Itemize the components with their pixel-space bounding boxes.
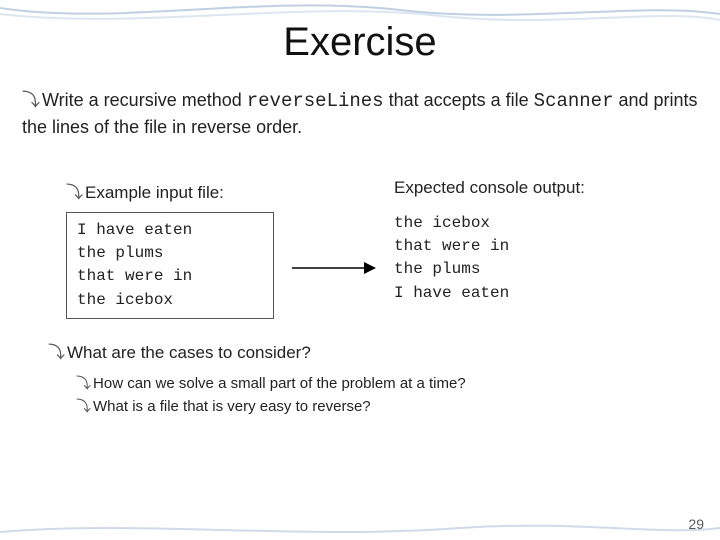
bullet-glyph-icon: ⤵ xyxy=(22,90,40,110)
code-reverseLines: reverseLines xyxy=(247,90,384,112)
bullet-glyph-icon: ⤵ xyxy=(76,375,91,392)
cases-block: ⤵What are the cases to consider? ⤵How ca… xyxy=(48,338,698,418)
example-output-label: Expected console output: xyxy=(394,178,585,198)
cases-sub-item: ⤵What is a file that is very easy to rev… xyxy=(76,396,698,419)
cases-sub-list: ⤵How can we solve a small part of the pr… xyxy=(76,373,698,418)
code-Scanner: Scanner xyxy=(534,90,614,112)
cases-sub-text: How can we solve a small part of the pro… xyxy=(93,375,466,392)
arrow-icon xyxy=(290,258,378,278)
example-area: ⤵Example input file: Expected console ou… xyxy=(66,178,698,332)
main-bullet-text-pre: Write a recursive method xyxy=(42,90,247,110)
main-bullet: ⤵Write a recursive method reverseLines t… xyxy=(22,88,698,139)
example-output-box: the icebox that were in the plums I have… xyxy=(394,212,509,305)
example-input-label-text: Example input file: xyxy=(85,183,224,202)
bullet-glyph-icon: ⤵ xyxy=(76,398,91,415)
main-bullet-text-mid: that accepts a file xyxy=(384,90,534,110)
content-area: ⤵Write a recursive method reverseLines t… xyxy=(22,88,698,149)
example-input-box: I have eaten the plums that were in the … xyxy=(66,212,274,319)
bullet-glyph-icon: ⤵ xyxy=(48,343,65,362)
bullet-glyph-icon: ⤵ xyxy=(66,183,83,202)
example-input-label: ⤵Example input file: xyxy=(66,178,224,203)
cases-sub-text: What is a file that is very easy to reve… xyxy=(93,398,371,415)
slide-title: Exercise xyxy=(0,20,720,65)
page-number: 29 xyxy=(688,516,704,532)
cases-heading: ⤵What are the cases to consider? xyxy=(48,338,698,363)
bottom-swirl-decoration xyxy=(0,522,720,540)
cases-heading-text: What are the cases to consider? xyxy=(67,343,311,362)
cases-sub-item: ⤵How can we solve a small part of the pr… xyxy=(76,373,698,396)
